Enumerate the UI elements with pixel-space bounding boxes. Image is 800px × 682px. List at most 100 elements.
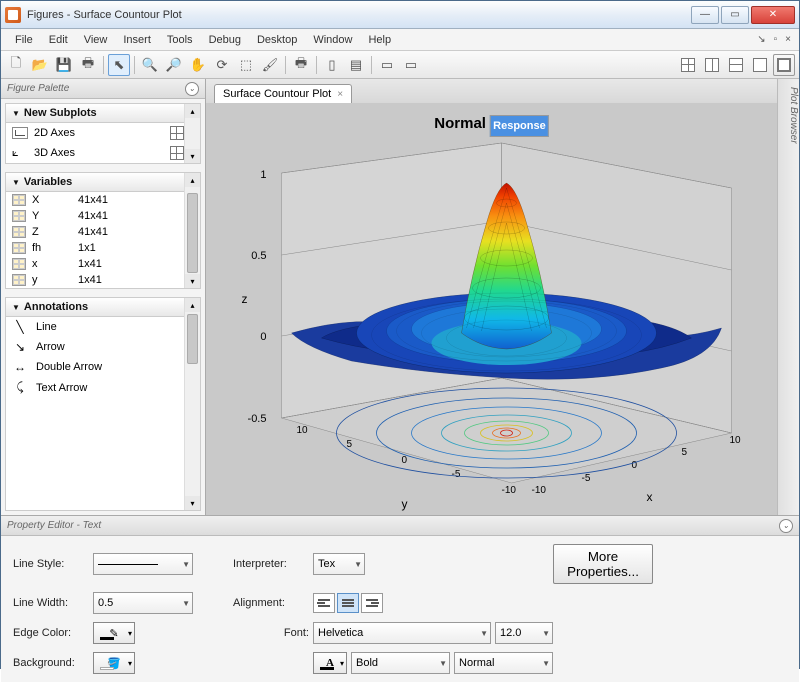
link-plot-button[interactable]: 🖶 (290, 54, 312, 76)
insert-legend-button[interactable]: ▤ (345, 54, 367, 76)
svg-text:5: 5 (347, 439, 353, 450)
property-editor-menu-icon[interactable]: ⌄ (779, 519, 793, 533)
background-label: Background: (13, 657, 93, 669)
annotation-arrow[interactable]: ↘Arrow (6, 337, 200, 357)
axes-3d[interactable]: Normal Response (206, 103, 777, 515)
menu-debug[interactable]: Debug (201, 31, 249, 49)
tab-close-icon[interactable]: × (337, 89, 343, 100)
variable-row[interactable]: fh1x1 (6, 240, 200, 256)
dock-expand-icon[interactable]: ▫ (772, 34, 780, 45)
data-cursor-button[interactable]: ⬚ (235, 54, 257, 76)
section-annotations[interactable]: ▼Annotations (6, 298, 200, 317)
interpreter-label: Interpreter: (233, 558, 313, 570)
subplot-max-button[interactable] (773, 54, 795, 76)
arrow-icon: ↘ (12, 340, 28, 354)
section-new-subplots[interactable]: ▼New Subplots (6, 104, 200, 123)
font-weight-select[interactable]: Bold▼ (351, 652, 450, 674)
font-name-select[interactable]: Helvetica▼ (313, 622, 491, 644)
line-style-select[interactable]: ▼ (93, 553, 193, 575)
variable-row[interactable]: Z41x41 (6, 224, 200, 240)
annotation-line[interactable]: ╲Line (6, 317, 200, 337)
background-color-button[interactable]: 🪣▾ (93, 652, 135, 674)
font-color-button[interactable]: A▾ (313, 652, 347, 674)
annotation-text-arrow[interactable]: ⤹Text Arrow (6, 377, 200, 398)
toolbar: 🗋 📂 💾 🖶 ⬉ 🔍 🔎 ✋ ⟳ ⬚ 🖌 🖶 ▯ ▤ ▭ ▭ (1, 51, 799, 79)
subplot-2x2-button[interactable] (677, 54, 699, 76)
subplot-1x2-button[interactable] (701, 54, 723, 76)
menu-tools[interactable]: Tools (159, 31, 201, 49)
edge-color-label: Edge Color: (13, 627, 93, 639)
section-variables[interactable]: ▼Variables (6, 173, 200, 192)
insert-colorbar-button[interactable]: ▯ (321, 54, 343, 76)
align-right-button[interactable] (361, 593, 383, 613)
align-center-button[interactable] (337, 593, 359, 613)
menu-edit[interactable]: Edit (41, 31, 76, 49)
pan-button[interactable]: ✋ (187, 54, 209, 76)
subplot-2x1-button[interactable] (725, 54, 747, 76)
font-angle-select[interactable]: Normal▼ (454, 652, 553, 674)
more-properties-button[interactable]: More Properties... (553, 544, 653, 584)
plot-browser-tab[interactable]: Plot Browser (777, 79, 799, 515)
align-left-button[interactable] (313, 593, 335, 613)
menu-file[interactable]: File (7, 31, 41, 49)
svg-text:-0.5: -0.5 (248, 413, 267, 425)
save-button[interactable]: 💾 (53, 54, 75, 76)
property-editor-panel: Property Editor - Text ⌄ Line Style: ▼ I… (1, 515, 799, 682)
svg-text:-10: -10 (502, 485, 517, 496)
subplot-float-button[interactable] (749, 54, 771, 76)
show-plot-tools-button[interactable]: ▭ (400, 54, 422, 76)
dock-undock-icon[interactable]: ↘ (755, 34, 767, 45)
open-button[interactable]: 📂 (29, 54, 51, 76)
palette-menu-icon[interactable]: ⌄ (185, 82, 199, 96)
pointer-button[interactable]: ⬉ (108, 54, 130, 76)
alignment-label: Alignment: (233, 597, 313, 609)
annotation-double-arrow[interactable]: ↔Double Arrow (6, 357, 200, 377)
app-icon (5, 7, 21, 23)
variable-row[interactable]: X41x41 (6, 192, 200, 208)
print-button[interactable]: 🖶 (77, 54, 99, 76)
axes-2d-icon (12, 127, 28, 139)
minimize-button[interactable]: — (691, 6, 719, 24)
menu-view[interactable]: View (76, 31, 116, 49)
surface-plot: 1 0.5 0 -0.5 z 10 5 0 -5 -10 y -10 -5 0 … (206, 133, 777, 513)
line-width-label: Line Width: (13, 597, 93, 609)
svg-text:10: 10 (730, 435, 742, 446)
menu-help[interactable]: Help (360, 31, 399, 49)
variable-row[interactable]: y1x41 (6, 272, 200, 288)
edge-color-button[interactable]: ✎▾ (93, 622, 135, 644)
menu-bar: File Edit View Insert Tools Debug Deskto… (1, 29, 799, 51)
zoom-out-button[interactable]: 🔎 (163, 54, 185, 76)
font-size-select[interactable]: 12.0▼ (495, 622, 553, 644)
svg-text:0: 0 (260, 331, 266, 343)
subplot-2d-axes[interactable]: 2D Axes ▸ (6, 123, 200, 143)
figure-palette-panel: Figure Palette ⌄ ▼New Subplots 2D Axes ▸… (1, 79, 206, 515)
maximize-button[interactable]: ▭ (721, 6, 749, 24)
interpreter-select[interactable]: Tex▼ (313, 553, 365, 575)
svg-text:x: x (647, 490, 653, 504)
subplot-3d-axes[interactable]: ⟀ 3D Axes ▸ (6, 143, 200, 163)
rotate-3d-button[interactable]: ⟳ (211, 54, 233, 76)
menu-insert[interactable]: Insert (115, 31, 159, 49)
menu-window[interactable]: Window (305, 31, 360, 49)
new-figure-button[interactable]: 🗋 (5, 54, 27, 76)
svg-text:y: y (402, 497, 408, 511)
variable-row[interactable]: x1x41 (6, 256, 200, 272)
window-titlebar: Figures - Surface Countour Plot — ▭ ✕ (1, 1, 799, 29)
svg-text:-10: -10 (532, 485, 547, 496)
menu-desktop[interactable]: Desktop (249, 31, 305, 49)
hide-plot-tools-button[interactable]: ▭ (376, 54, 398, 76)
line-width-select[interactable]: 0.5▼ (93, 592, 193, 614)
window-title: Figures - Surface Countour Plot (27, 9, 691, 21)
close-button[interactable]: ✕ (751, 6, 795, 24)
svg-text:-5: -5 (582, 473, 591, 484)
axes-3d-icon: ⟀ (12, 147, 28, 159)
line-style-label: Line Style: (13, 558, 93, 570)
line-icon: ╲ (12, 320, 28, 334)
figure-palette-title: Figure Palette ⌄ (1, 79, 205, 99)
variable-row[interactable]: Y41x41 (6, 208, 200, 224)
zoom-in-button[interactable]: 🔍 (139, 54, 161, 76)
brush-button[interactable]: 🖌 (259, 54, 281, 76)
figure-tab[interactable]: Surface Countour Plot × (214, 84, 352, 103)
svg-text:z: z (242, 292, 248, 306)
dock-close-icon[interactable]: × (783, 34, 793, 45)
